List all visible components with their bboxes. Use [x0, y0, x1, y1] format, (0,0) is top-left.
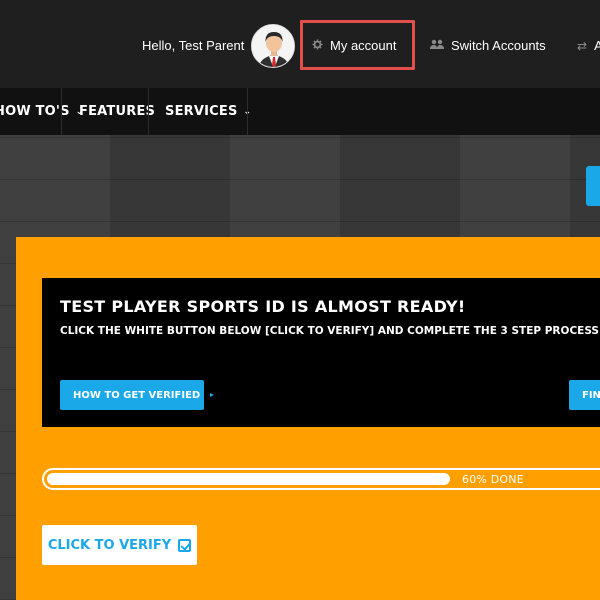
how-to-get-verified-label: HOW TO GET VERIFIED — [73, 389, 201, 401]
swap-link[interactable]: ⇄ A — [577, 38, 600, 53]
nav-item-label: HOW TO'S — [0, 104, 70, 119]
greeting-text: Hello, Test Parent — [142, 38, 245, 53]
progress-fill — [47, 473, 450, 485]
avatar[interactable] — [251, 24, 295, 68]
highlight-box — [300, 20, 415, 70]
switch-accounts-label: Switch Accounts — [451, 38, 546, 53]
nav-item-features[interactable]: FEATURES — [79, 88, 155, 135]
swap-link-label: A — [594, 38, 600, 53]
find-button-label: FIN — [582, 389, 600, 401]
action-button-partial[interactable] — [586, 166, 600, 206]
find-button[interactable]: FIN — [569, 380, 600, 410]
click-to-verify-button[interactable]: CLICK TO VERIFY — [42, 525, 197, 565]
verify-button-label: CLICK TO VERIFY — [47, 537, 172, 553]
nav-divider — [148, 88, 149, 135]
notice-title: TEST PLAYER SPORTS ID IS ALMOST READY! — [60, 297, 466, 316]
switch-accounts-link[interactable]: Switch Accounts — [430, 38, 546, 53]
checkbox-checked-icon — [178, 538, 192, 552]
nav-item-label: FEATURES — [79, 104, 156, 119]
swap-arrows-icon: ⇄ — [577, 38, 588, 53]
users-icon — [430, 39, 444, 52]
nav-divider — [247, 88, 248, 135]
notice-subtitle: CLICK THE WHITE BUTTON BELOW [CLICK TO V… — [60, 325, 600, 337]
nav-divider — [61, 88, 62, 135]
nav-item-services[interactable]: SERVICES ⌄ — [165, 88, 251, 135]
how-to-get-verified-button[interactable]: HOW TO GET VERIFIED — [60, 380, 215, 410]
avatar-image — [252, 25, 294, 67]
nav-item-how-tos[interactable]: HOW TO'S ⌄ — [0, 88, 83, 135]
account-bar: Hello, Test Parent My account Switch Acc… — [0, 0, 600, 88]
main-nav: HOW TO'S ⌄ FEATURES SERVICES ⌄ — [0, 88, 600, 135]
progress-label: 60% DONE — [462, 473, 524, 486]
nav-item-label: SERVICES — [165, 104, 238, 119]
